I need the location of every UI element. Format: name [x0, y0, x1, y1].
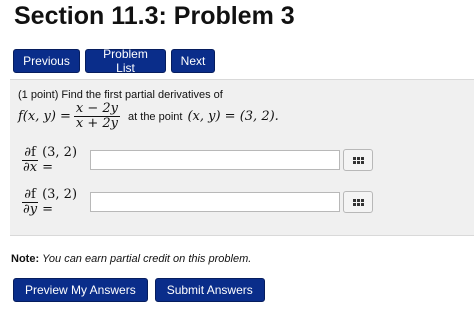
point-equation: (x, y) = (3, 2).	[187, 109, 279, 124]
keypad-icon	[352, 198, 364, 206]
answer-input-fx[interactable]	[90, 150, 340, 170]
answer-input-fy[interactable]	[90, 192, 340, 212]
previous-button[interactable]: Previous	[13, 49, 80, 73]
note-label: Note:	[11, 253, 40, 265]
function-fraction: x − 2y x + 2y	[73, 101, 121, 131]
keypad-icon	[352, 156, 364, 164]
partial-fx-label: ∂f ∂x (3, 2) =	[18, 145, 90, 175]
problem-list-button[interactable]: Problem List	[85, 47, 166, 75]
partial-fx-argument: (3, 2) =	[42, 145, 78, 175]
fraction-denominator: x + 2y	[75, 116, 119, 131]
note-text: You can earn partial credit on this prob…	[42, 253, 252, 265]
partial-fx-fraction: ∂f ∂x	[21, 144, 39, 175]
problem-nav: Previous Problem List Next	[13, 47, 215, 75]
at-point-text: at the point	[128, 110, 183, 123]
fraction-numerator: x − 2y	[73, 101, 121, 117]
problem-intro: (1 point) Find the first partial derivat…	[18, 89, 223, 101]
equation-editor-button-fx[interactable]	[343, 149, 373, 171]
answer-row-fy: ∂f ∂y (3, 2) =	[18, 187, 373, 217]
function-definition: f(x, y) = x − 2y x + 2y at the point (x,…	[18, 102, 279, 131]
partial-fy-argument: (3, 2) =	[42, 187, 78, 217]
equation-editor-button-fy[interactable]	[343, 191, 373, 213]
answer-row-fx: ∂f ∂x (3, 2) =	[18, 145, 373, 175]
partial-fy-denominator: ∂y	[23, 201, 38, 217]
submit-actions: Preview My Answers Submit Answers	[13, 278, 265, 302]
next-button[interactable]: Next	[171, 49, 215, 73]
partial-fy-fraction: ∂f ∂y	[21, 186, 39, 217]
problem-panel: (1 point) Find the first partial derivat…	[10, 79, 474, 236]
partial-credit-note: Note: You can earn partial credit on thi…	[11, 253, 251, 265]
page-title: Section 11.3: Problem 3	[14, 2, 295, 30]
submit-answers-button[interactable]: Submit Answers	[154, 278, 265, 302]
partial-fx-numerator: ∂f	[22, 144, 38, 161]
function-lhs: f(x, y) =	[18, 109, 71, 124]
preview-answers-button[interactable]: Preview My Answers	[13, 278, 148, 302]
partial-fy-label: ∂f ∂y (3, 2) =	[18, 187, 90, 217]
partial-fx-denominator: ∂x	[23, 159, 38, 175]
partial-fy-numerator: ∂f	[22, 186, 38, 203]
